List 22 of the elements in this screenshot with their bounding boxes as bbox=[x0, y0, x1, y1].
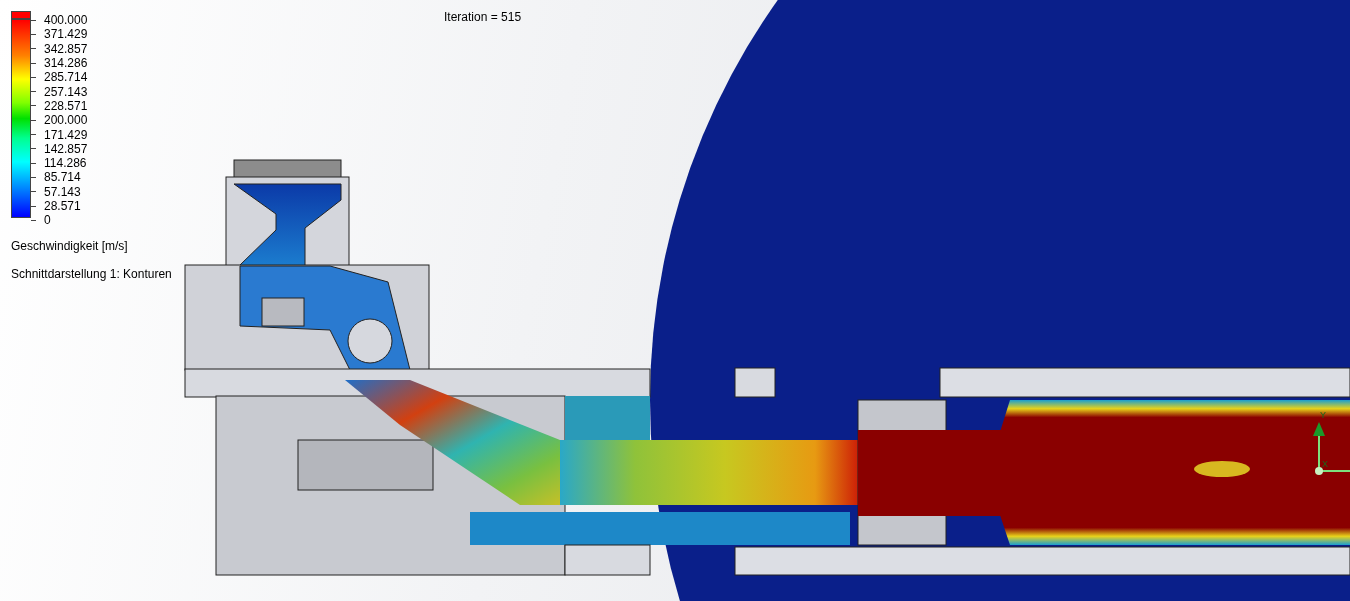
axis-triad-icon bbox=[1313, 422, 1350, 475]
scale-value: 400.000 bbox=[44, 13, 88, 28]
color-swatch bbox=[11, 11, 31, 19]
axis-label: Y bbox=[1320, 410, 1326, 420]
scale-value: 342.857 bbox=[44, 41, 88, 56]
quantity-label: Geschwindigkeit [m/s] bbox=[11, 239, 129, 254]
plot-label: Schnittdarstellung 1: Konturen bbox=[11, 267, 172, 282]
scale-value: 285.714 bbox=[44, 70, 88, 85]
scale-value: 142.857 bbox=[44, 141, 88, 156]
scale-value: 85.714 bbox=[44, 170, 81, 185]
iteration-label: Iteration = 515 bbox=[444, 10, 522, 24]
scale-value: 57.143 bbox=[44, 184, 81, 199]
scale-value: 228.571 bbox=[44, 98, 88, 113]
scale-value: 371.429 bbox=[44, 27, 88, 42]
scale-value: 200.000 bbox=[44, 113, 88, 128]
scale-value: 314.286 bbox=[44, 56, 88, 71]
scale-value: 114.286 bbox=[44, 156, 87, 171]
scale-value: 0 bbox=[44, 213, 51, 228]
scale-value: 257.143 bbox=[44, 84, 88, 99]
scale-value: 28.571 bbox=[44, 199, 81, 213]
scale-value: 171.429 bbox=[44, 127, 88, 142]
axis-label: X bbox=[1322, 459, 1328, 469]
